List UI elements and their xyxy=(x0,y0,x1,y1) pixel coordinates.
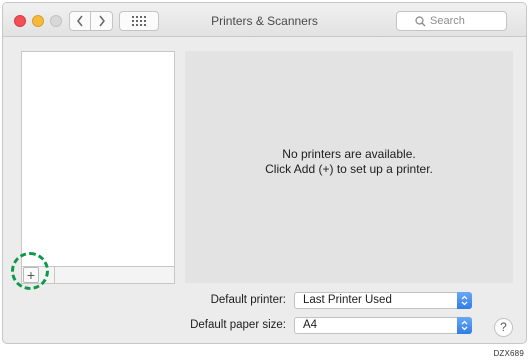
back-button[interactable] xyxy=(69,11,91,31)
default-paper-size-value: A4 xyxy=(303,319,318,331)
default-printer-label: Default printer: xyxy=(210,294,286,306)
question-mark-icon: ? xyxy=(500,320,507,334)
popup-arrows-icon xyxy=(457,292,472,309)
printer-list[interactable] xyxy=(21,51,175,267)
minimize-window-button[interactable] xyxy=(32,15,44,27)
default-printer-popup[interactable]: Last Printer Used xyxy=(294,292,472,309)
add-button-highlight-circle xyxy=(11,252,49,290)
printer-detail-pane: No printers are available. Click Add (+)… xyxy=(185,51,513,283)
empty-state-line-1: No printers are available. xyxy=(282,147,416,161)
search-field[interactable] xyxy=(396,11,507,31)
chevron-right-icon xyxy=(98,15,105,27)
default-printer-value: Last Printer Used xyxy=(303,294,392,306)
search-input[interactable] xyxy=(426,15,488,27)
show-all-preferences-button[interactable] xyxy=(119,11,159,31)
title-bar: Printers & Scanners xyxy=(3,3,526,37)
preferences-window: Printers & Scanners + No printers are av… xyxy=(2,2,527,344)
help-button[interactable]: ? xyxy=(494,318,513,337)
default-paper-size-label: Default paper size: xyxy=(190,319,286,331)
default-paper-size-popup[interactable]: A4 xyxy=(294,317,472,334)
empty-state-line-2: Click Add (+) to set up a printer. xyxy=(265,162,433,176)
chevron-left-icon xyxy=(77,15,83,27)
magnifier-icon xyxy=(415,15,426,26)
empty-state-message: No printers are available. Click Add (+)… xyxy=(185,147,513,177)
close-window-button[interactable] xyxy=(14,15,26,27)
forward-button[interactable] xyxy=(91,11,113,31)
grid-icon xyxy=(132,16,146,26)
zoom-window-button[interactable] xyxy=(50,15,62,27)
popup-arrows-icon xyxy=(457,317,472,334)
figure-id: DZX689 xyxy=(493,349,524,358)
